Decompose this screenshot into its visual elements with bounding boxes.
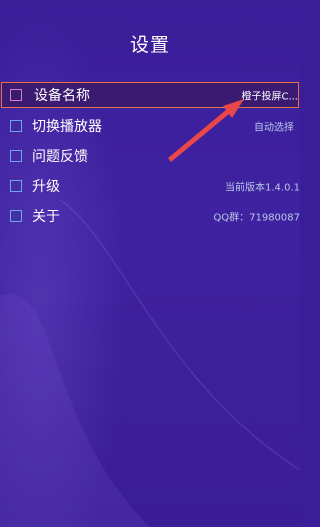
menu-item-value: 橙子投屏C... [241,91,298,103]
page-title: 设置 [129,34,170,56]
settings-menu: 设备名称 橙子投屏C... 切换播放器 自动选择 问题反馈 升级 当前版本1.4… [0,82,300,231]
menu-item-upgrade[interactable]: 升级 当前版本1.4.0.1 [0,171,300,201]
menu-item-feedback[interactable]: 问题反馈 [0,141,300,171]
menu-item-device-name[interactable]: 设备名称 橙子投屏C... [1,82,299,108]
menu-item-label: 设备名称 [34,88,90,104]
upgrade-icon [10,180,22,192]
play-next-icon [10,120,22,132]
info-icon [10,210,22,222]
menu-item-value: 当前版本1.4.0.1 [225,182,300,194]
edit-icon [10,89,22,101]
menu-item-about[interactable]: 关于 QQ群：71980087 [0,201,300,231]
menu-item-value: QQ群：71980087 [213,212,300,224]
menu-item-value: 自动选择 [254,122,294,134]
background-wave [0,199,300,527]
menu-item-label: 关于 [32,209,60,225]
feedback-icon [10,150,22,162]
menu-item-label: 切换播放器 [32,119,102,135]
menu-item-switch-player[interactable]: 切换播放器 自动选择 [0,111,300,141]
menu-item-label: 升级 [32,179,60,195]
menu-item-label: 问题反馈 [32,149,88,165]
